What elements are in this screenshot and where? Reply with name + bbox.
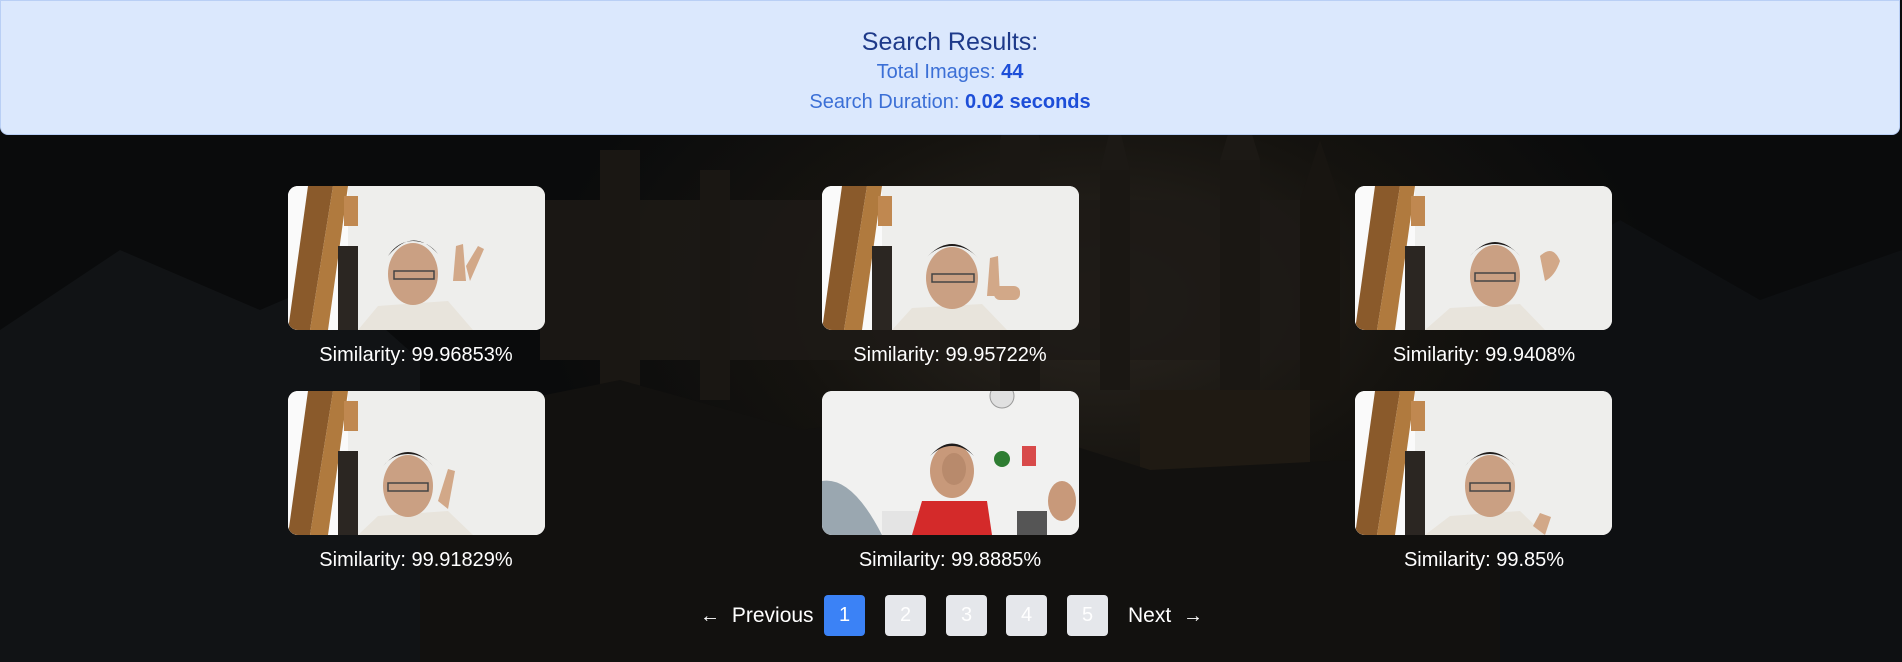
similarity-score: Similarity: 99.85%: [1403, 549, 1565, 571]
result-image[interactable]: [822, 391, 1079, 535]
page-button-2[interactable]: 2: [885, 595, 926, 636]
arrow-right-icon: →: [1183, 605, 1204, 627]
page-button-4[interactable]: 4: [1006, 595, 1047, 636]
result-image[interactable]: [1355, 391, 1612, 535]
result-image[interactable]: [822, 186, 1079, 330]
similarity-score: Similarity: 99.9408%: [1392, 344, 1576, 366]
result-card[interactable]: [288, 186, 545, 330]
next-label: Next: [1128, 604, 1172, 627]
previous-button[interactable]: ← Previous: [700, 595, 814, 637]
previous-label: Previous: [731, 604, 814, 627]
results-grid: Similarity: 99.96853% Similarity: 99.957…: [0, 0, 1902, 662]
next-button[interactable]: Next →: [1128, 595, 1203, 637]
page-button-3[interactable]: 3: [946, 595, 987, 636]
similarity-score: Similarity: 99.95722%: [853, 344, 1047, 366]
similarity-score: Similarity: 99.91829%: [319, 549, 513, 571]
similarity-score: Similarity: 99.8885%: [858, 549, 1042, 571]
result-image[interactable]: [1355, 186, 1612, 330]
page-button-5[interactable]: 5: [1067, 595, 1108, 636]
result-card[interactable]: [1355, 391, 1612, 535]
arrow-left-icon: ←: [700, 605, 720, 627]
result-image[interactable]: [288, 186, 545, 330]
result-image[interactable]: [288, 391, 545, 535]
similarity-score: Similarity: 99.96853%: [319, 344, 513, 366]
result-card[interactable]: [1355, 186, 1612, 330]
result-card[interactable]: [288, 391, 545, 535]
result-card[interactable]: [822, 391, 1079, 535]
result-card[interactable]: [822, 186, 1079, 330]
page-button-1[interactable]: 1: [824, 595, 865, 636]
pagination: ← Previous 1 2 3 4 5 Next →: [0, 595, 1902, 637]
